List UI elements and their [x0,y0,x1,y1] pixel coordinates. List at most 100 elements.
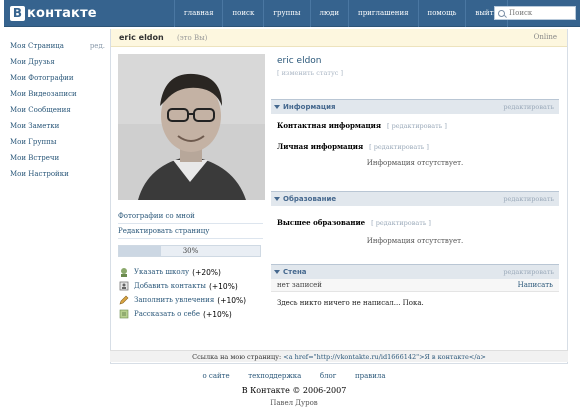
task-item[interactable]: Заполнить увлечения (+10%) [119,293,269,307]
page-link-label: Ссылка на мою страницу: [192,353,282,361]
edit-page-link[interactable]: Редактировать страницу [118,224,263,239]
contact-info-label: Контактная информация [277,121,382,130]
page-link-bar: Ссылка на мою страницу: <a href="http://… [110,350,568,362]
task-percent: (+10%) [208,281,238,291]
write-on-wall-link[interactable]: Написать [518,281,553,289]
progress-label: 30% [182,247,199,255]
education-title: Образование [283,195,337,203]
menu-my-page[interactable]: Моя Страница [10,38,64,54]
education-section-header[interactable]: Образование редактировать [271,191,559,206]
info-title: Информация [283,103,336,111]
higher-education-edit-link[interactable]: [ редактировать ] [371,219,431,227]
footer-rules[interactable]: правила [355,372,386,380]
education-section: Образование редактировать Высшее образов… [271,191,559,249]
nav-help[interactable]: помощь [417,0,466,27]
footer-support[interactable]: техподдержка [248,372,301,380]
name-bar: eric eldon (это Вы) Online [111,29,567,47]
logo[interactable]: В контакте [10,4,97,22]
info-section: Информация редактировать Контактная инфо… [271,99,559,171]
task-label: Указать школу [134,268,190,276]
nav-search[interactable]: поиск [222,0,263,27]
nav-people[interactable]: люди [309,0,349,27]
change-status-link[interactable]: [ изменить статус ] [277,69,343,77]
task-percent: (+10%) [203,309,232,319]
logo-mark: В [10,5,25,21]
no-posts-text: нет записей [277,281,322,289]
task-label: Заполнить увлечения [134,296,215,304]
wall-title: Стена [283,268,307,276]
education-absent-text: Информация отсутствует. [366,237,464,245]
menu-row: Мои Сообщения [10,102,105,118]
task-item[interactable]: Указать школу (+20%) [119,265,269,279]
footer-about[interactable]: о сайте [202,372,229,380]
personal-info-row: Личная информация [ редактировать ] [271,138,559,155]
search-input[interactable] [509,9,575,17]
school-icon [121,268,127,277]
logo-text: контакте [27,5,97,21]
menu-row: Мои Встречи [10,150,105,166]
menu-groups[interactable]: Мои Группы [10,134,56,150]
menu-notes[interactable]: Мои Заметки [10,118,59,134]
author: Павел Дуров [270,399,318,407]
note-icon [119,309,129,319]
wall-section-header[interactable]: Стена редактировать [271,264,559,279]
menu-row: Мои Фотографии [10,70,105,86]
top-nav: главная поиск группы люди приглашения по… [174,0,509,27]
footer-blog[interactable]: блог [320,372,337,380]
contact-info-edit-link[interactable]: [ редактировать ] [387,122,447,130]
education-edit-link[interactable]: редактировать [503,195,554,203]
nav-invitations[interactable]: приглашения [348,0,418,27]
pencil-icon [119,295,129,305]
task-percent: (+20%) [192,267,221,277]
menu-friends[interactable]: Мои Друзья [10,54,55,70]
personal-info-label: Личная информация [277,142,364,151]
copyright: В Контакте © 2006-2007 [241,386,347,395]
menu-row: Мои Группы [10,134,105,150]
menu-row: Мои Настройки [10,166,105,182]
higher-education-row: Высшее образование [ редактировать ] [271,214,559,231]
info-edit-link[interactable]: редактировать [503,103,554,111]
search-icon [498,9,505,17]
section-title: Стена [274,268,307,276]
profile-main: eric eldon (это Вы) Online Фотографии со… [110,29,568,364]
photos-of-me-link[interactable]: Фотографии со мной [118,209,263,224]
info-section-header[interactable]: Информация редактировать [271,99,559,114]
name-bar-you: (это Вы) [177,34,208,42]
nav-home[interactable]: главная [174,0,222,27]
task-item[interactable]: Рассказать о себе (+10%) [119,307,269,321]
wall-section: Стена редактировать нет записей Написать… [271,264,559,314]
menu-row: Мои Заметки [10,118,105,134]
wall-empty-text: Здесь никто ничего не написал... Пока. [277,299,424,307]
collapse-arrow-icon [274,105,280,109]
collapse-arrow-icon [274,197,280,201]
profile-name: eric eldon [277,56,322,66]
higher-education-label: Высшее образование [277,218,366,227]
profile-photo[interactable] [118,54,265,200]
completion-tasks: Указать школу (+20%) Добавить контакты (… [119,265,269,321]
menu-videos[interactable]: Мои Видеозаписи [10,86,77,102]
menu-row: Мои Друзья [10,54,105,70]
menu-row: Мои Видеозаписи [10,86,105,102]
contact-info-row: Контактная информация [ редактировать ] [271,117,559,134]
menu-messages[interactable]: Мои Сообщения [10,102,71,118]
search-box [494,6,576,20]
contacts-icon [119,281,129,291]
nav-groups[interactable]: группы [263,0,309,27]
menu-edit-link[interactable]: ред. [90,38,105,54]
page-link-code[interactable]: <a href="http://vkontakte.ru/id1666142">… [283,353,486,361]
footer-nav: о сайте техподдержка блог правила [0,371,588,380]
online-status: Online [533,33,557,41]
section-title: Информация [274,103,336,111]
profile-completeness-bar: 30% [118,245,261,257]
wall-edit-link[interactable]: редактировать [503,268,554,276]
task-label: Добавить контакты [134,282,206,290]
task-item[interactable]: Добавить контакты (+10%) [119,279,269,293]
menu-settings[interactable]: Мои Настройки [10,166,69,182]
name-bar-name: eric eldon [119,33,164,42]
task-percent: (+10%) [217,295,247,305]
menu-photos[interactable]: Мои Фотографии [10,70,74,86]
menu-events[interactable]: Мои Встречи [10,150,59,166]
wall-bar: нет записей Написать [271,279,559,292]
info-absent-text: Информация отсутствует. [366,159,464,167]
personal-info-edit-link[interactable]: [ редактировать ] [369,143,429,151]
